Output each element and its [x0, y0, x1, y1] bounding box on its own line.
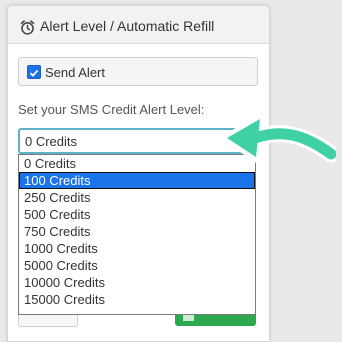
pointer-arrow-annotation [222, 113, 336, 163]
alert-level-dropdown[interactable]: 0 Credits 100 Credits 250 Credits 500 Cr… [18, 154, 256, 315]
dropdown-option[interactable]: 0 Credits [19, 155, 255, 172]
checkmark-icon [29, 69, 39, 77]
dropdown-option[interactable]: 10000 Credits [19, 274, 255, 291]
cancel-button[interactable] [18, 313, 78, 327]
send-alert-label: Send Alert [45, 65, 105, 80]
dialog-header: Alert Level / Automatic Refill [8, 6, 269, 44]
dropdown-option[interactable]: 500 Credits [19, 206, 255, 223]
dropdown-option[interactable]: 15000 Credits [19, 291, 255, 308]
alert-level-label: Set your SMS Credit Alert Level: [18, 102, 205, 117]
alert-level-dialog: Alert Level / Automatic Refill Send Aler… [7, 5, 270, 342]
dropdown-option[interactable]: 750 Credits [19, 223, 255, 240]
send-alert-checkbox[interactable] [27, 65, 41, 79]
alarm-clock-icon [20, 20, 35, 35]
dropdown-option[interactable]: 250 Credits [19, 189, 255, 206]
dropdown-option[interactable]: 1000 Credits [19, 240, 255, 257]
dialog-title: Alert Level / Automatic Refill [40, 18, 215, 34]
send-alert-toggle[interactable]: Send Alert [18, 57, 258, 86]
dropdown-option[interactable]: 5000 Credits [19, 257, 255, 274]
dropdown-option-highlighted[interactable]: 100 Credits [19, 172, 255, 189]
alert-level-select-value: 0 Credits [25, 134, 78, 149]
